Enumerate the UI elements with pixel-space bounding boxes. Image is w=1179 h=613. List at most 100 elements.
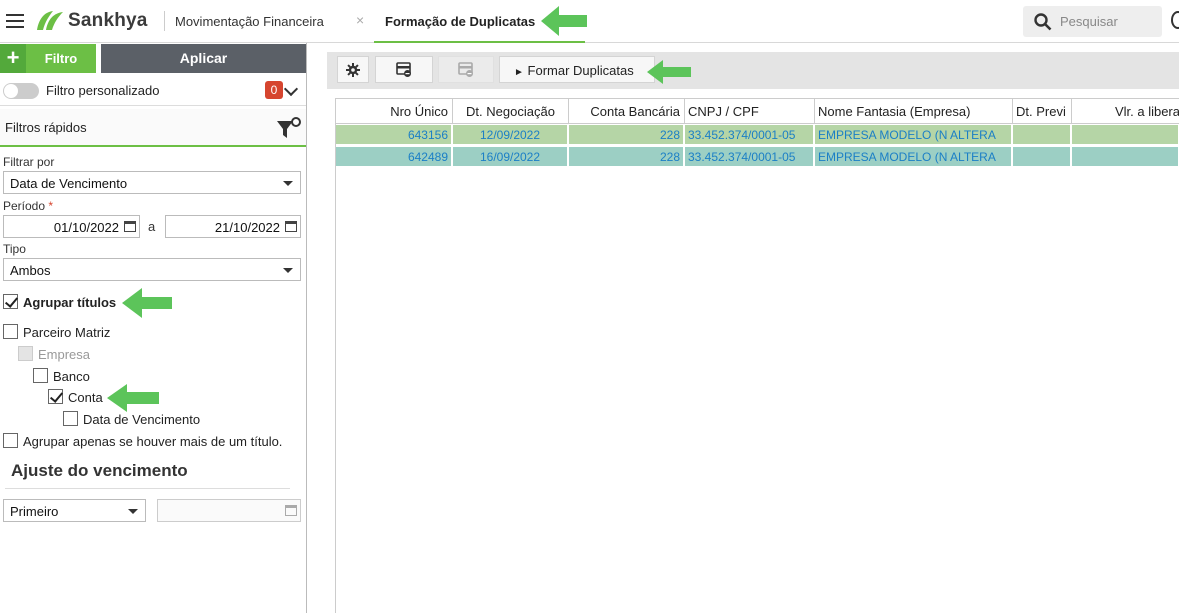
custom-filter-count-badge: 0: [265, 81, 283, 99]
period-label: Período *: [3, 199, 53, 213]
duplicates-grid: Nro Único Dt. Negociação Conta Bancária …: [335, 98, 1179, 613]
table-cell-nome: EMPRESA MODELO (N ALTERA: [815, 147, 1013, 166]
brand-name: Sankhya: [68, 10, 148, 31]
type-select[interactable]: Ambos: [3, 258, 301, 281]
form-duplicates-label: Formar Duplicatas: [527, 63, 634, 78]
grid-header: Nro Único Dt. Negociação Conta Bancária …: [336, 98, 1179, 124]
custom-filter-toggle[interactable]: [3, 83, 39, 99]
type-value: Ambos: [10, 263, 51, 278]
type-label: Tipo: [3, 242, 26, 256]
table-row[interactable]: 643156 12/09/2022 228 33.452.374/0001-05 EMP…: [336, 125, 1179, 145]
search-box[interactable]: Pesquisar: [1023, 6, 1162, 37]
chevron-down-icon[interactable]: [283, 81, 299, 97]
filter-panel: + Filtro Aplicar Filtro personalizado 0 …: [0, 43, 307, 613]
user-circle-icon[interactable]: [1171, 11, 1179, 29]
form-duplicates-button[interactable]: ► Formar Duplicatas: [499, 56, 655, 83]
due-date-label: Data de Vencimento: [83, 412, 201, 427]
table-cell-vlr: [1072, 125, 1179, 144]
date-from-field[interactable]: 01/10/2022: [3, 215, 140, 238]
table-cell-nome: EMPRESA MODELO (N ALTERA: [815, 125, 1013, 144]
card-remove-button[interactable]: [375, 56, 433, 83]
caret-down-icon: [128, 509, 138, 514]
required-mark: *: [48, 199, 54, 213]
tab-movimentacao-financeira[interactable]: Movimentação Financeira: [175, 14, 324, 29]
custom-filter-row: Filtro personalizado 0: [0, 76, 306, 106]
apply-button[interactable]: Aplicar: [101, 44, 306, 73]
group-titles-checkbox[interactable]: [3, 294, 18, 309]
card-minus-icon: [396, 61, 411, 77]
adjust-value: Primeiro: [10, 504, 59, 519]
column-header[interactable]: CNPJ / CPF: [685, 99, 815, 124]
company-label: Empresa: [38, 347, 91, 362]
table-cell-prev: [1013, 147, 1072, 166]
table-cell-nro: 643156: [336, 125, 453, 144]
annotation-arrow-icon: [122, 288, 172, 318]
calendar-icon[interactable]: [124, 221, 136, 232]
caret-down-icon: [283, 181, 293, 186]
section-divider: [5, 488, 290, 489]
column-header[interactable]: Dt. Previ: [1013, 99, 1072, 124]
adjust-due-title: Ajuste do vencimento: [11, 461, 188, 480]
sankhya-logo[interactable]: Sankhya: [35, 10, 148, 32]
card-minus-icon: [458, 61, 473, 77]
calendar-icon[interactable]: [285, 221, 297, 232]
quick-filters-label: Filtros rápidos: [5, 120, 87, 135]
bank-label: Banco: [53, 369, 90, 384]
date-from-value: 01/10/2022: [53, 220, 119, 235]
table-cell-cnpj: 33.452.374/0001-05: [685, 125, 815, 144]
calendar-icon[interactable]: [285, 505, 297, 516]
table-row[interactable]: 642489 16/09/2022 228 33.452.374/0001-05 EMP…: [336, 147, 1179, 167]
table-cell-conta: 228: [569, 147, 685, 166]
date-to-field[interactable]: 21/10/2022: [165, 215, 301, 238]
account-label: Conta: [68, 390, 103, 405]
date-to-value: 21/10/2022: [214, 220, 280, 235]
tab-formacao-duplicatas-label: Formação de Duplicatas: [385, 14, 536, 29]
company-checkbox: [18, 346, 33, 361]
table-cell-prev: [1013, 125, 1072, 144]
group-titles-label: Agrupar títulos: [23, 295, 117, 310]
search-placeholder: Pesquisar: [1060, 14, 1118, 29]
annotation-arrow-icon: [647, 60, 691, 84]
top-bar: Sankhya Movimentação Financeira × Formaç…: [0, 0, 1179, 43]
column-header[interactable]: Nro Único: [336, 99, 453, 124]
quick-filters-header: Filtros rápidos: [0, 109, 306, 147]
date-range-separator: a: [148, 219, 156, 234]
toolbar: ► Formar Duplicatas: [327, 52, 1179, 89]
table-cell-nro: 642489: [336, 147, 453, 166]
adjust-date-field[interactable]: [157, 499, 301, 522]
column-header[interactable]: Conta Bancária: [569, 99, 685, 124]
card-disabled-button: [438, 56, 494, 83]
table-cell-conta: 228: [569, 125, 685, 144]
annotation-arrow-icon: [107, 384, 159, 412]
custom-filter-label: Filtro personalizado: [46, 83, 160, 98]
filter-button[interactable]: Filtro: [26, 44, 96, 73]
settings-button[interactable]: [337, 56, 369, 83]
annotation-arrow-icon: [541, 6, 587, 36]
sankhya-leaf-icon: [37, 11, 63, 30]
gear-icon: [346, 62, 360, 77]
tab-close-icon[interactable]: ×: [356, 12, 364, 28]
bank-checkbox[interactable]: [33, 368, 48, 383]
funnel-settings-icon[interactable]: [276, 116, 302, 142]
hamburger-menu-icon[interactable]: [6, 14, 24, 28]
period-label-text: Período: [3, 199, 46, 213]
search-icon: [1034, 13, 1052, 31]
main-content: ► Formar Duplicatas Nro Único Dt. Negoci…: [327, 43, 1179, 613]
table-cell-dt: 12/09/2022: [453, 125, 569, 144]
topbar-divider: [164, 11, 165, 31]
table-cell-cnpj: 33.452.374/0001-05: [685, 147, 815, 166]
group-only-if-checkbox[interactable]: [3, 433, 18, 448]
adjust-select[interactable]: Primeiro: [3, 499, 146, 522]
column-header[interactable]: Vlr. a libera: [1072, 99, 1179, 124]
column-header[interactable]: Nome Fantasia (Empresa): [815, 99, 1013, 124]
column-header[interactable]: Dt. Negociação: [453, 99, 569, 124]
due-date-checkbox[interactable]: [63, 411, 78, 426]
caret-down-icon: [283, 268, 293, 273]
filter-by-select[interactable]: Data de Vencimento: [3, 171, 301, 194]
account-checkbox[interactable]: [48, 389, 63, 404]
add-filter-button[interactable]: +: [0, 44, 26, 73]
partner-matrix-checkbox[interactable]: [3, 324, 18, 339]
filter-by-label: Filtrar por: [3, 155, 55, 169]
group-only-if-label: Agrupar apenas se houver mais de um títu…: [23, 434, 283, 449]
filter-by-value: Data de Vencimento: [10, 176, 128, 191]
